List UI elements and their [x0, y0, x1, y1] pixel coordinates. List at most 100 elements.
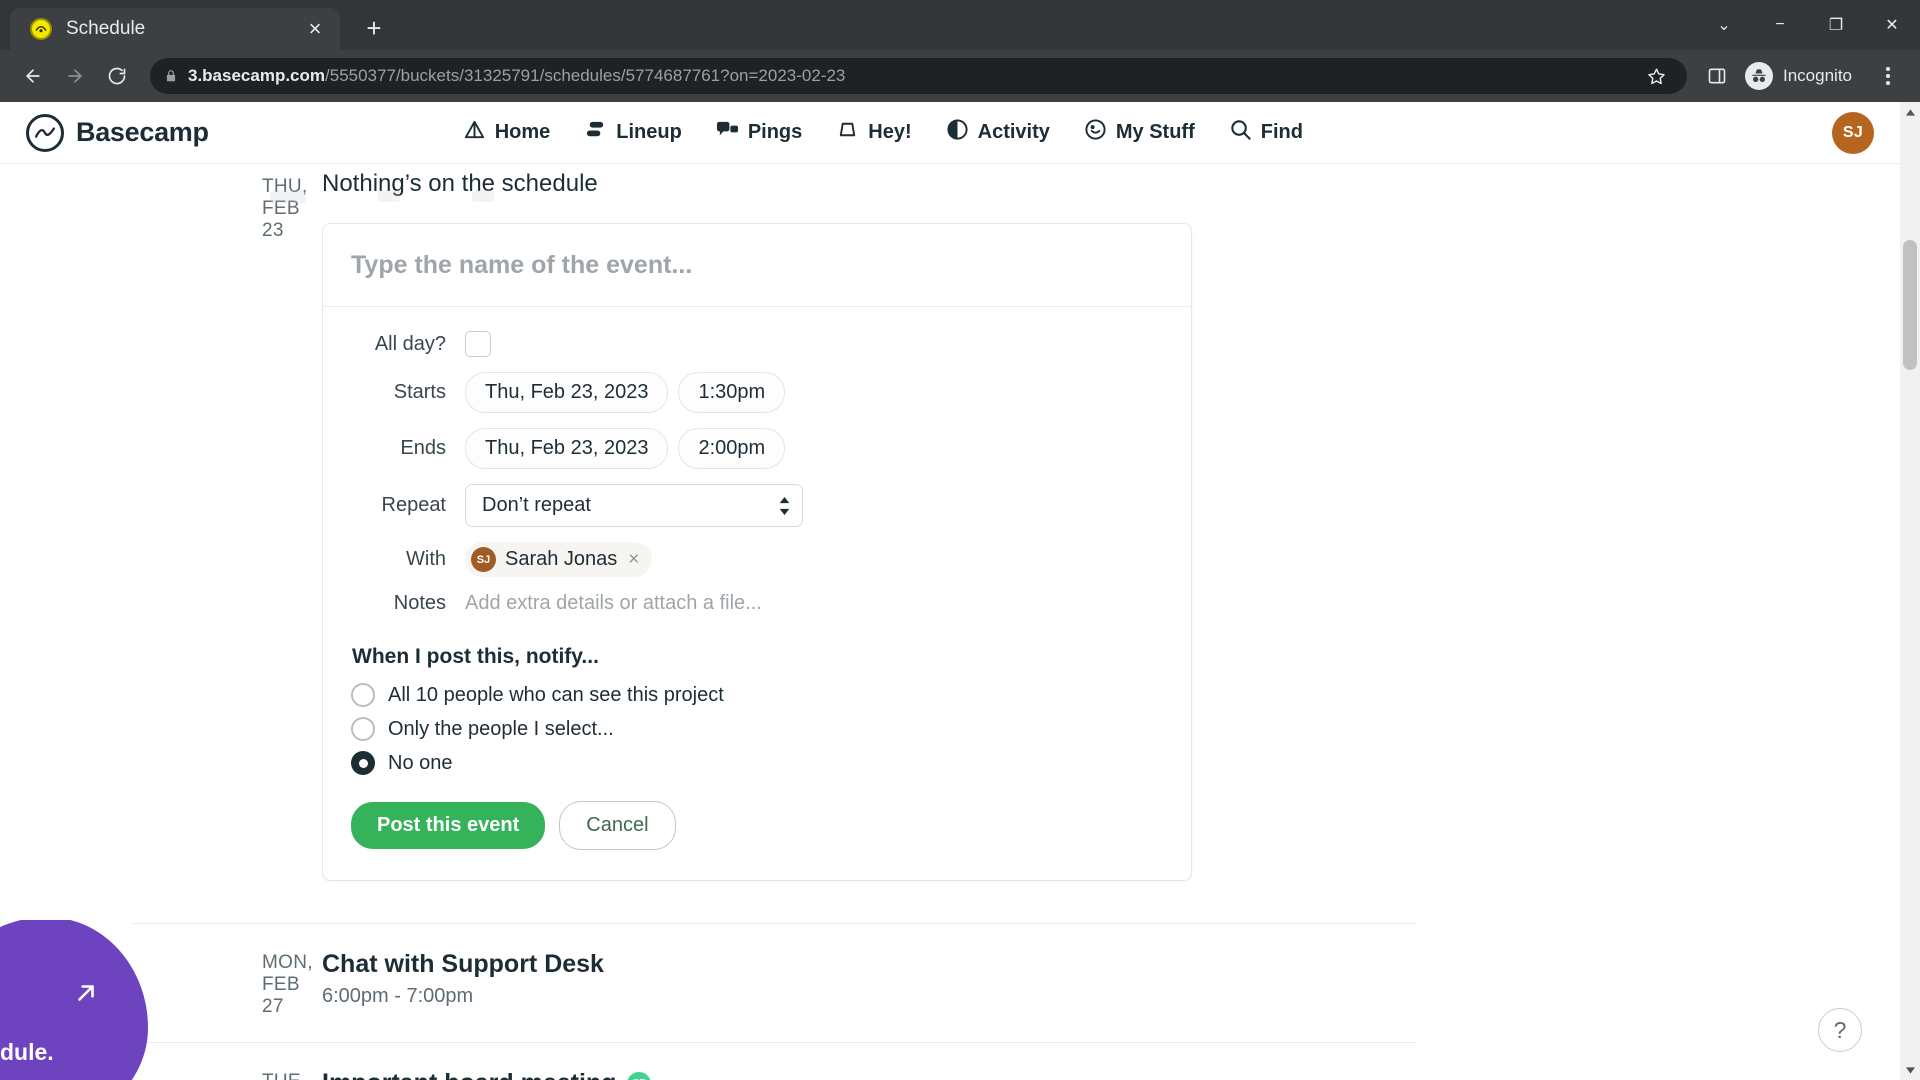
page-viewport: Basecamp Home Lineup Pings Hey! Activity… — [0, 102, 1920, 1080]
notify-option-label: All 10 people who can see this project — [388, 683, 724, 706]
minimize-button[interactable]: − — [1752, 0, 1808, 50]
ends-time-input[interactable]: 2:00pm — [678, 428, 786, 469]
incognito-indicator[interactable]: Incognito — [1739, 58, 1866, 94]
nav-item-activity[interactable]: Activity — [946, 118, 1050, 147]
event-attendee-badge: SR — [627, 1071, 652, 1080]
ends-label: Ends — [400, 437, 446, 459]
my-stuff-smiley-icon — [1084, 118, 1107, 147]
repeat-label: Repeat — [381, 494, 447, 516]
ghost-block — [472, 190, 494, 202]
day-content: Nothing’s on the schedule Type the name … — [322, 168, 1382, 881]
nav-label: Activity — [977, 121, 1050, 143]
day-label: MON, FEB 27 — [262, 952, 313, 1017]
activity-pie-icon — [946, 118, 969, 147]
event-details: Important board meeting SR 9:30pm - 11:0… — [322, 1069, 1417, 1080]
schedule-event-row[interactable]: TUE, FEB 28 Important board meeting SR 9… — [132, 1042, 1417, 1080]
scrollbar-thumb[interactable] — [1903, 240, 1917, 370]
help-button[interactable]: ? — [1818, 1008, 1862, 1052]
home-tent-icon — [463, 118, 486, 147]
notify-option-label: No one — [388, 751, 453, 774]
event-composer-card: Type the name of the event... All day? S… — [322, 223, 1192, 881]
nav-item-hey[interactable]: Hey! — [836, 118, 912, 147]
schedule-day-today: THU, FEB 23 Nothing’s on the schedule Ty… — [132, 164, 1900, 881]
schedule-content: THU, FEB 23 Nothing’s on the schedule Ty… — [0, 164, 1900, 1080]
user-avatar[interactable]: SJ — [1832, 111, 1874, 154]
starts-time-input[interactable]: 1:30pm — [678, 372, 786, 413]
browser-toolbar: 3.basecamp.com/5550377/buckets/31325791/… — [0, 50, 1920, 102]
url-text: 3.basecamp.com/5550377/buckets/31325791/… — [188, 66, 1629, 86]
address-bar[interactable]: 3.basecamp.com/5550377/buckets/31325791/… — [150, 58, 1687, 94]
nav-label: Home — [494, 121, 551, 143]
ends-date-input[interactable]: Thu, Feb 23, 2023 — [465, 428, 669, 469]
event-name-input[interactable]: Type the name of the event... — [323, 224, 1191, 307]
repeat-select-value: Don’t repeat — [465, 484, 803, 527]
nav-item-find[interactable]: Find — [1229, 118, 1303, 147]
nav-item-my-stuff[interactable]: My Stuff — [1084, 118, 1195, 147]
forward-button[interactable] — [56, 57, 94, 95]
lineup-bars-icon — [584, 118, 607, 147]
nav-label: My Stuff — [1115, 121, 1195, 143]
side-panel-icon[interactable] — [1699, 58, 1735, 94]
notes-label: Notes — [393, 592, 446, 614]
starts-label: Starts — [393, 381, 446, 403]
attendee-name: Sarah Jonas — [505, 548, 618, 570]
cancel-button[interactable]: Cancel — [559, 801, 676, 850]
field-row-starts: Starts Thu, Feb 23, 2023 1:30pm — [351, 372, 1163, 413]
page-scrollbar[interactable] — [1900, 102, 1920, 1080]
nav-label: Lineup — [616, 121, 682, 143]
all-day-checkbox[interactable] — [465, 331, 491, 357]
bookmark-star-icon[interactable] — [1639, 59, 1673, 93]
lock-icon — [164, 68, 178, 84]
radio-icon[interactable] — [351, 717, 375, 741]
browser-tab[interactable]: Schedule × — [10, 8, 340, 50]
notes-input[interactable]: Add extra details or attach a file... — [465, 592, 762, 615]
nav-item-pings[interactable]: Pings — [716, 118, 802, 147]
field-row-repeat: Repeat Don’t repeat — [351, 484, 1163, 527]
composer-fields: All day? Starts Thu, Feb 23, 2023 1:30pm — [323, 307, 1191, 880]
nav-label: Hey! — [868, 121, 912, 143]
notify-option-all[interactable]: All 10 people who can see this project — [351, 683, 1163, 707]
browser-menu-button[interactable] — [1870, 58, 1906, 94]
with-label: With — [406, 548, 446, 570]
basecamp-logo[interactable]: Basecamp — [26, 113, 209, 152]
remove-attendee-icon[interactable]: × — [626, 549, 639, 571]
ghost-block — [378, 190, 400, 202]
notify-option-none[interactable]: No one — [351, 751, 1163, 775]
reload-button[interactable] — [98, 57, 136, 95]
new-tab-button[interactable]: + — [354, 8, 394, 48]
radio-icon-selected[interactable] — [351, 751, 375, 775]
brand-name: Basecamp — [76, 117, 209, 147]
scrolled-content-ghost — [270, 190, 494, 203]
starts-date-input[interactable]: Thu, Feb 23, 2023 — [465, 372, 669, 413]
back-button[interactable] — [14, 57, 52, 95]
search-icon — [1229, 118, 1252, 147]
event-title[interactable]: Important board meeting — [322, 1069, 616, 1080]
incognito-label: Incognito — [1783, 66, 1852, 85]
nav-item-home[interactable]: Home — [463, 118, 551, 147]
tab-title: Schedule — [66, 18, 146, 39]
attendee-chip[interactable]: SJ Sarah Jonas × — [465, 542, 653, 577]
url-host: 3.basecamp.com — [188, 66, 326, 85]
incognito-icon — [1745, 62, 1773, 90]
notify-option-select[interactable]: Only the people I select... — [351, 717, 1163, 741]
schedule-event-row[interactable]: MON, FEB 27 Chat with Support Desk 6:00p… — [132, 923, 1417, 1042]
repeat-select[interactable]: Don’t repeat — [465, 484, 803, 527]
close-icon[interactable]: × — [302, 16, 328, 42]
scroll-up-arrow-icon[interactable] — [1900, 102, 1920, 122]
maximize-button[interactable]: ❐ — [1808, 0, 1864, 50]
field-row-all-day: All day? — [351, 331, 1163, 357]
day-label: THU, FEB 23 — [262, 176, 308, 241]
field-row-ends: Ends Thu, Feb 23, 2023 2:00pm — [351, 428, 1163, 469]
notify-heading: When I post this, notify... — [352, 645, 599, 668]
radio-icon[interactable] — [351, 683, 375, 707]
scroll-down-arrow-icon[interactable] — [1900, 1060, 1920, 1080]
tab-strip: Schedule × + ⌄ − ❐ ✕ — [0, 0, 1920, 50]
window-controls: ⌄ − ❐ ✕ — [1696, 0, 1920, 50]
composer-actions: Post this event Cancel — [351, 801, 1163, 850]
minimize-all-button[interactable]: ⌄ — [1696, 0, 1752, 50]
hey-bell-icon — [836, 118, 859, 147]
window-close-button[interactable]: ✕ — [1864, 0, 1920, 50]
post-event-button[interactable]: Post this event — [351, 802, 546, 849]
event-title[interactable]: Chat with Support Desk — [322, 950, 604, 979]
nav-item-lineup[interactable]: Lineup — [584, 118, 682, 147]
